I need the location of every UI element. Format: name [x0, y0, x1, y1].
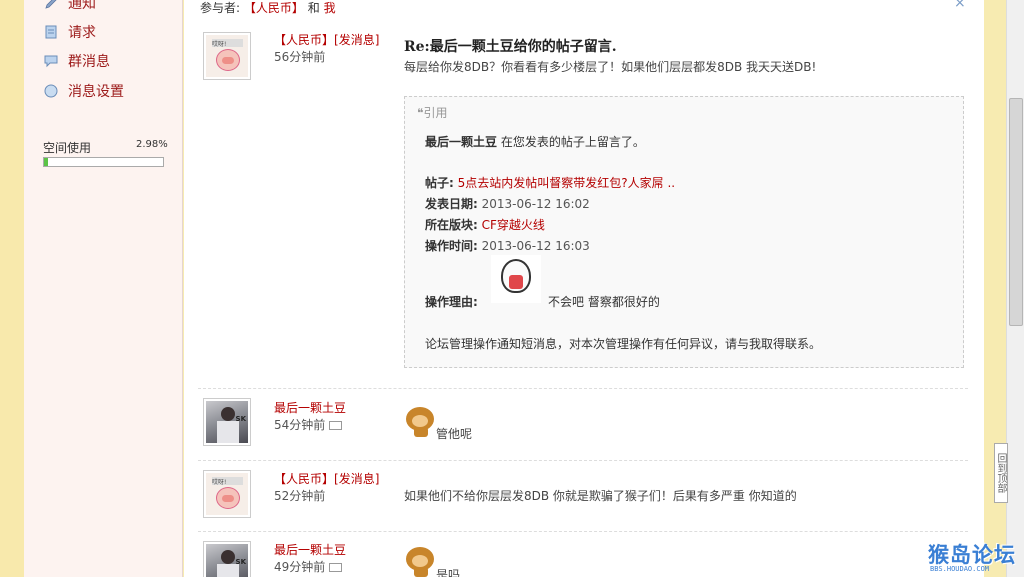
message-body: 每层给你发8DB？你看看有多少楼层了！如果他们层层都发8DB 我天天送DB!	[404, 60, 817, 74]
divider	[198, 531, 968, 532]
avatar[interactable]: SK	[203, 398, 251, 446]
quote-post-label: 帖子:	[425, 176, 454, 190]
crying-face-icon	[491, 255, 541, 303]
participants-line: 参与者: 【人民币】 和 我	[200, 0, 336, 16]
quote-board-row: 所在版块: CF穿越火线	[425, 216, 545, 233]
message-body: 是吗	[436, 568, 461, 577]
divider	[198, 388, 968, 389]
sidebar-item-message-settings[interactable]: 消息设置	[44, 80, 124, 102]
send-message-link[interactable]: [发消息]	[334, 472, 379, 486]
message-body: 如果他们不给你层层发8DB 你就是欺骗了猴子们！后果有多严重 你知道的	[404, 489, 797, 503]
sidebar: 通知 请求 群消息 消息设置 空间使用 2.98%	[24, 0, 183, 577]
avatar[interactable]: SK	[203, 541, 251, 577]
vertical-scrollbar[interactable]	[1006, 0, 1024, 577]
pencil-icon	[44, 0, 58, 10]
quote-reason-label: 操作理由:	[425, 295, 478, 309]
quote-board-link[interactable]: CF穿越火线	[482, 218, 545, 232]
quota-progress-bar	[43, 157, 164, 167]
quota-percent: 2.98%	[136, 139, 168, 150]
quote-date-value: 2013-06-12 16:02	[481, 197, 590, 211]
author-link[interactable]: 【人民币】	[274, 472, 334, 486]
quota-progress-fill	[44, 158, 48, 166]
participant-self[interactable]: 我	[324, 1, 336, 15]
quote-header: ❝引用	[417, 104, 447, 121]
message-time-text: 54分钟前	[274, 418, 326, 432]
quote-block: ❝引用 最后一颗土豆 在您发表的帖子上留言了。 帖子: 5点去站内发帖叫督察带发…	[404, 96, 964, 368]
divider	[198, 460, 968, 461]
close-icon[interactable]: ×	[954, 0, 966, 11]
send-message-link[interactable]: [发消息]	[334, 33, 379, 47]
author-link[interactable]: 最后一颗土豆	[274, 399, 346, 416]
envelope-icon[interactable]	[329, 421, 343, 430]
message-title: Re:最后一颗土豆给你的帖子留言.	[404, 39, 617, 55]
quote-intro: 最后一颗土豆 在您发表的帖子上留言了。	[425, 133, 645, 150]
quota-label: 空间使用	[43, 141, 92, 155]
participants-joiner: 和	[307, 1, 320, 15]
envelope-icon[interactable]	[329, 563, 343, 572]
quote-header-label: 引用	[423, 106, 448, 120]
monkey-emoticon-icon	[404, 405, 436, 437]
site-watermark-logo: 猴岛论坛 BBS.HOUDAO.COM	[928, 539, 1020, 575]
sidebar-item-requests[interactable]: 请求	[44, 21, 96, 43]
author-link[interactable]: 【人民币】	[274, 33, 334, 47]
message-time: 56分钟前	[274, 50, 326, 64]
message-time: 52分钟前	[274, 489, 326, 503]
message-body: 管他呢	[436, 427, 473, 441]
message-time: 49分钟前	[274, 558, 343, 575]
quote-post-link[interactable]: 5点去站内发帖叫督察带发红包?人家屌 ..	[458, 176, 675, 190]
message-author: 【人民币】[发消息]	[274, 31, 379, 48]
quote-footer: 论坛管理操作通知短消息，对本次管理操作有任何异议，请与我取得联系。	[425, 337, 822, 351]
participant-link[interactable]: 【人民币】	[244, 1, 304, 15]
quote-user: 最后一颗土豆	[425, 135, 498, 149]
document-icon	[44, 25, 58, 39]
avatar[interactable]: 哎呀!	[203, 470, 251, 518]
quote-reason-text: 不会吧 督察都很好的	[548, 295, 660, 309]
quote-op-time-row: 操作时间: 2013-06-12 16:03	[425, 237, 590, 254]
sidebar-item-label: 消息设置	[68, 84, 124, 100]
quote-op-time-value: 2013-06-12 16:03	[481, 239, 590, 253]
quote-intro-text: 在您发表的帖子上留言了。	[497, 135, 645, 149]
sidebar-item-label: 通知	[68, 0, 96, 12]
message-author: 【人民币】[发消息]	[274, 470, 379, 487]
author-link[interactable]: 最后一颗土豆	[274, 541, 346, 558]
quote-board-label: 所在版块:	[425, 218, 478, 232]
back-to-top-button[interactable]: 回到顶部	[994, 443, 1008, 503]
globe-icon	[44, 84, 58, 98]
message-time: 54分钟前	[274, 416, 343, 433]
message-time-text: 49分钟前	[274, 560, 326, 574]
monkey-emoticon-icon	[404, 545, 436, 577]
participants-label: 参与者:	[200, 1, 241, 15]
quote-date-label: 发表日期:	[425, 197, 478, 211]
sidebar-item-notifications[interactable]: 通知	[44, 0, 96, 14]
quote-date-row: 发表日期: 2013-06-12 16:02	[425, 195, 590, 212]
watermark-url: BBS.HOUDAO.COM	[930, 565, 990, 573]
quote-op-time-label: 操作时间:	[425, 239, 478, 253]
quote-reason-label-row: 操作理由:	[425, 293, 478, 310]
message-thread: 参与者: 【人民币】 和 我 × 哎呀! 【人民币】[发消息] 56分钟前 Re…	[184, 0, 984, 577]
avatar[interactable]: 哎呀!	[203, 32, 251, 80]
quote-post-row: 帖子: 5点去站内发帖叫督察带发红包?人家屌 ..	[425, 174, 675, 191]
page-background	[0, 0, 24, 577]
sidebar-item-label: 请求	[68, 25, 96, 41]
sidebar-item-label: 群消息	[68, 54, 110, 70]
sidebar-item-group-messages[interactable]: 群消息	[44, 50, 110, 72]
scrollbar-thumb[interactable]	[1009, 98, 1023, 326]
chat-icon	[44, 54, 58, 68]
